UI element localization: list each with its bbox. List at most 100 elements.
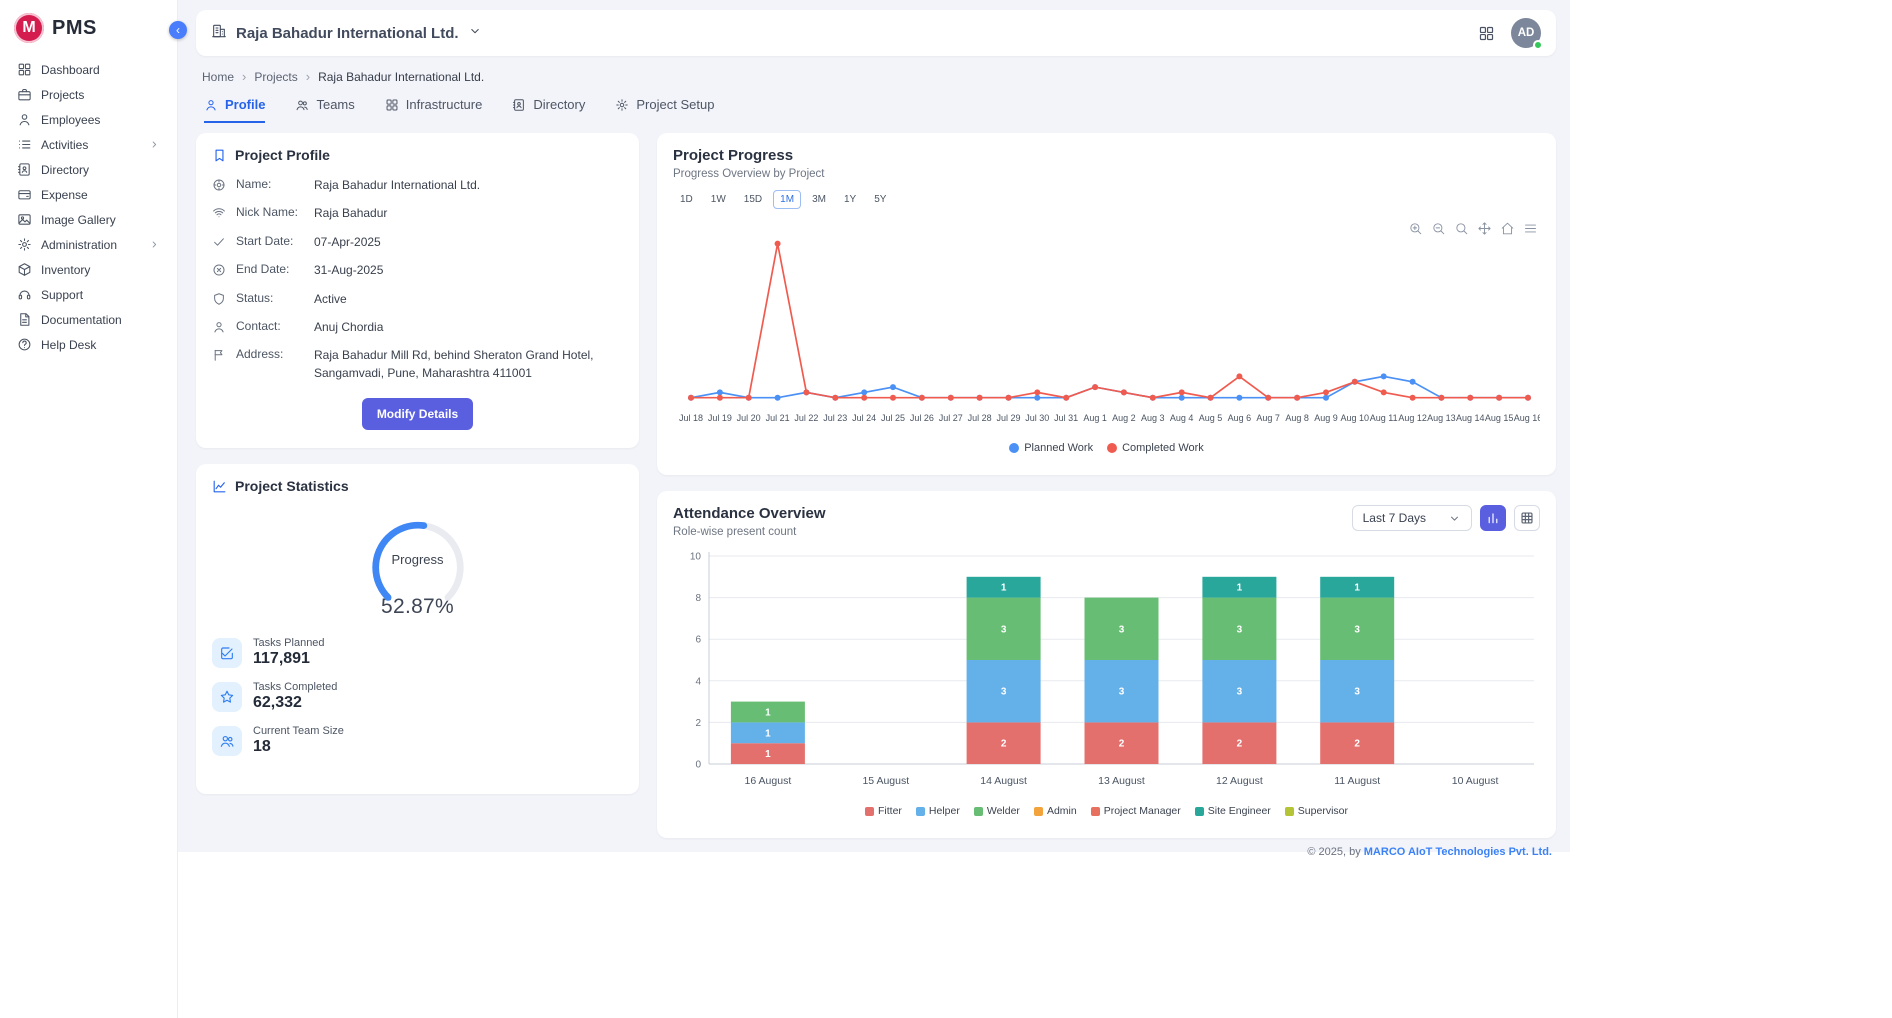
svg-text:Aug 2: Aug 2 — [1112, 413, 1136, 423]
sidebar-item-image-gallery[interactable]: Image Gallery — [10, 207, 167, 232]
range-1y-button[interactable]: 1Y — [837, 190, 863, 209]
svg-text:Jul 28: Jul 28 — [968, 413, 992, 423]
tab-directory[interactable]: Directory — [512, 97, 585, 123]
breadcrumb-item-projects[interactable]: Projects — [254, 70, 297, 84]
svg-text:Aug 10: Aug 10 — [1341, 413, 1370, 423]
apps-grid-button[interactable] — [1478, 25, 1495, 42]
chart-view-toggle[interactable] — [1480, 505, 1506, 531]
stat-label: Tasks Completed — [253, 681, 337, 693]
svg-text:1: 1 — [765, 728, 771, 739]
svg-text:3: 3 — [1001, 687, 1007, 698]
legend-project-manager[interactable]: Project Manager — [1091, 805, 1181, 817]
range-15d-button[interactable]: 15D — [737, 190, 769, 209]
address-field-icon — [212, 348, 226, 362]
svg-text:Jul 26: Jul 26 — [910, 413, 934, 423]
sidebar-item-support[interactable]: Support — [10, 282, 167, 307]
bookmark-icon — [212, 148, 227, 163]
modify-details-button[interactable]: Modify Details — [362, 398, 473, 430]
legend-planned-work[interactable]: Planned Work — [1009, 442, 1093, 454]
user-avatar[interactable]: AD — [1511, 18, 1541, 48]
svg-text:Aug 15: Aug 15 — [1485, 413, 1514, 423]
pan-tool[interactable] — [1477, 221, 1492, 236]
project-profile-card: Project Profile Name:Raja Bahadur Intern… — [196, 133, 639, 448]
range-3m-button[interactable]: 3M — [805, 190, 833, 209]
legend-completed-work[interactable]: Completed Work — [1107, 442, 1204, 454]
tab-profile[interactable]: Profile — [204, 97, 265, 123]
range-1d-button[interactable]: 1D — [673, 190, 700, 209]
sidebar-item-expense[interactable]: Expense — [10, 182, 167, 207]
range-1w-button[interactable]: 1W — [704, 190, 733, 209]
legend-helper[interactable]: Helper — [916, 805, 960, 817]
attendance-overview-card: Attendance Overview Role-wise present co… — [657, 491, 1556, 838]
profile-fields: Name:Raja Bahadur International Ltd.Nick… — [212, 177, 623, 382]
company-selector[interactable]: Raja Bahadur International Ltd. — [211, 23, 482, 44]
zoom-in-tool[interactable] — [1408, 221, 1423, 236]
time-range-selector: 1D1W15D1M3M1Y5Y — [673, 190, 1540, 209]
sidebar-collapse-button[interactable]: ‹ — [169, 21, 187, 39]
period-dropdown[interactable]: Last 7 Days — [1352, 505, 1472, 531]
breadcrumb-item-home[interactable]: Home — [202, 70, 234, 84]
nick-name-field-icon — [212, 206, 226, 220]
svg-text:Aug 11: Aug 11 — [1370, 413, 1398, 423]
range-5y-button[interactable]: 5Y — [867, 190, 893, 209]
sidebar-item-activities[interactable]: Activities — [10, 132, 167, 157]
online-status-dot — [1533, 40, 1543, 50]
tab-teams[interactable]: Teams — [295, 97, 354, 123]
sidebar-item-dashboard[interactable]: Dashboard — [10, 57, 167, 82]
box-zoom-tool[interactable] — [1454, 221, 1469, 236]
tab-infrastructure[interactable]: Infrastructure — [385, 97, 483, 123]
table-view-toggle[interactable] — [1514, 505, 1540, 531]
project-setup-tab-icon — [615, 98, 629, 112]
chevron-right-icon — [149, 239, 160, 250]
progress-gauge: Progress — [353, 506, 483, 611]
chevron-down-icon — [468, 24, 482, 38]
range-1m-button[interactable]: 1M — [773, 190, 801, 209]
menu-tool[interactable] — [1523, 221, 1538, 236]
sidebar-item-label: Employees — [41, 113, 100, 127]
start-date-field-icon — [212, 235, 226, 249]
sidebar-item-documentation[interactable]: Documentation — [10, 307, 167, 332]
table-icon — [1520, 511, 1534, 525]
svg-text:Aug 12: Aug 12 — [1398, 413, 1427, 423]
chevron-down-icon — [1448, 512, 1461, 525]
end-date-field-icon — [212, 263, 226, 277]
svg-text:12 August: 12 August — [1216, 775, 1263, 787]
legend-supervisor[interactable]: Supervisor — [1285, 805, 1348, 817]
legend-fitter[interactable]: Fitter — [865, 805, 902, 817]
sidebar-item-label: Expense — [41, 188, 88, 202]
legend-admin[interactable]: Admin — [1034, 805, 1077, 817]
tab-project-setup[interactable]: Project Setup — [615, 97, 714, 123]
chart-toolbar — [1408, 221, 1538, 236]
stat-label: Tasks Planned — [253, 637, 325, 649]
directory-tab-icon — [512, 98, 526, 112]
footer-company-link[interactable]: MARCO AIoT Technologies Pvt. Ltd. — [1364, 846, 1552, 858]
chevron-down-icon-slot — [1448, 512, 1461, 525]
company-name: Raja Bahadur International Ltd. — [236, 25, 459, 42]
sidebar-item-employees[interactable]: Employees — [10, 107, 167, 132]
home-tool[interactable] — [1500, 221, 1515, 236]
bar-chart-legend: Fitter Helper Welder Admin Project Manager Si… — [673, 805, 1540, 817]
bar-chart-icon — [1486, 511, 1500, 525]
avatar-initials: AD — [1518, 27, 1535, 39]
team-size-icon — [219, 733, 235, 749]
svg-text:Aug 6: Aug 6 — [1228, 413, 1252, 423]
legend-site-engineer[interactable]: Site Engineer — [1195, 805, 1271, 817]
sidebar-item-projects[interactable]: Projects — [10, 82, 167, 107]
zoom-out-tool[interactable] — [1431, 221, 1446, 236]
zoom-in-icon — [1408, 221, 1423, 236]
gauge-label: Progress — [353, 552, 483, 567]
sidebar-item-help-desk[interactable]: Help Desk — [10, 332, 167, 357]
sidebar-item-directory[interactable]: Directory — [10, 157, 167, 182]
project-progress-chart[interactable]: Jul 18Jul 19Jul 20Jul 21Jul 22Jul 23Jul … — [673, 221, 1540, 433]
line-chart-container: Jul 18Jul 19Jul 20Jul 21Jul 22Jul 23Jul … — [673, 221, 1540, 438]
svg-text:Aug 14: Aug 14 — [1456, 413, 1485, 423]
sidebar-item-inventory[interactable]: Inventory — [10, 257, 167, 282]
attendance-chart[interactable]: 024681011116 August15 August233114 Augus… — [673, 546, 1540, 796]
stat-label: Current Team Size — [253, 725, 344, 737]
legend-welder[interactable]: Welder — [974, 805, 1020, 817]
sidebar-item-label: Dashboard — [41, 63, 100, 77]
project-progress-title: Project Progress — [673, 147, 1540, 164]
sidebar-item-administration[interactable]: Administration — [10, 232, 167, 257]
stat-value: 62,332 — [253, 694, 337, 712]
project-statistics-card: Project Statistics Progress 52.87% Tasks… — [196, 464, 639, 794]
